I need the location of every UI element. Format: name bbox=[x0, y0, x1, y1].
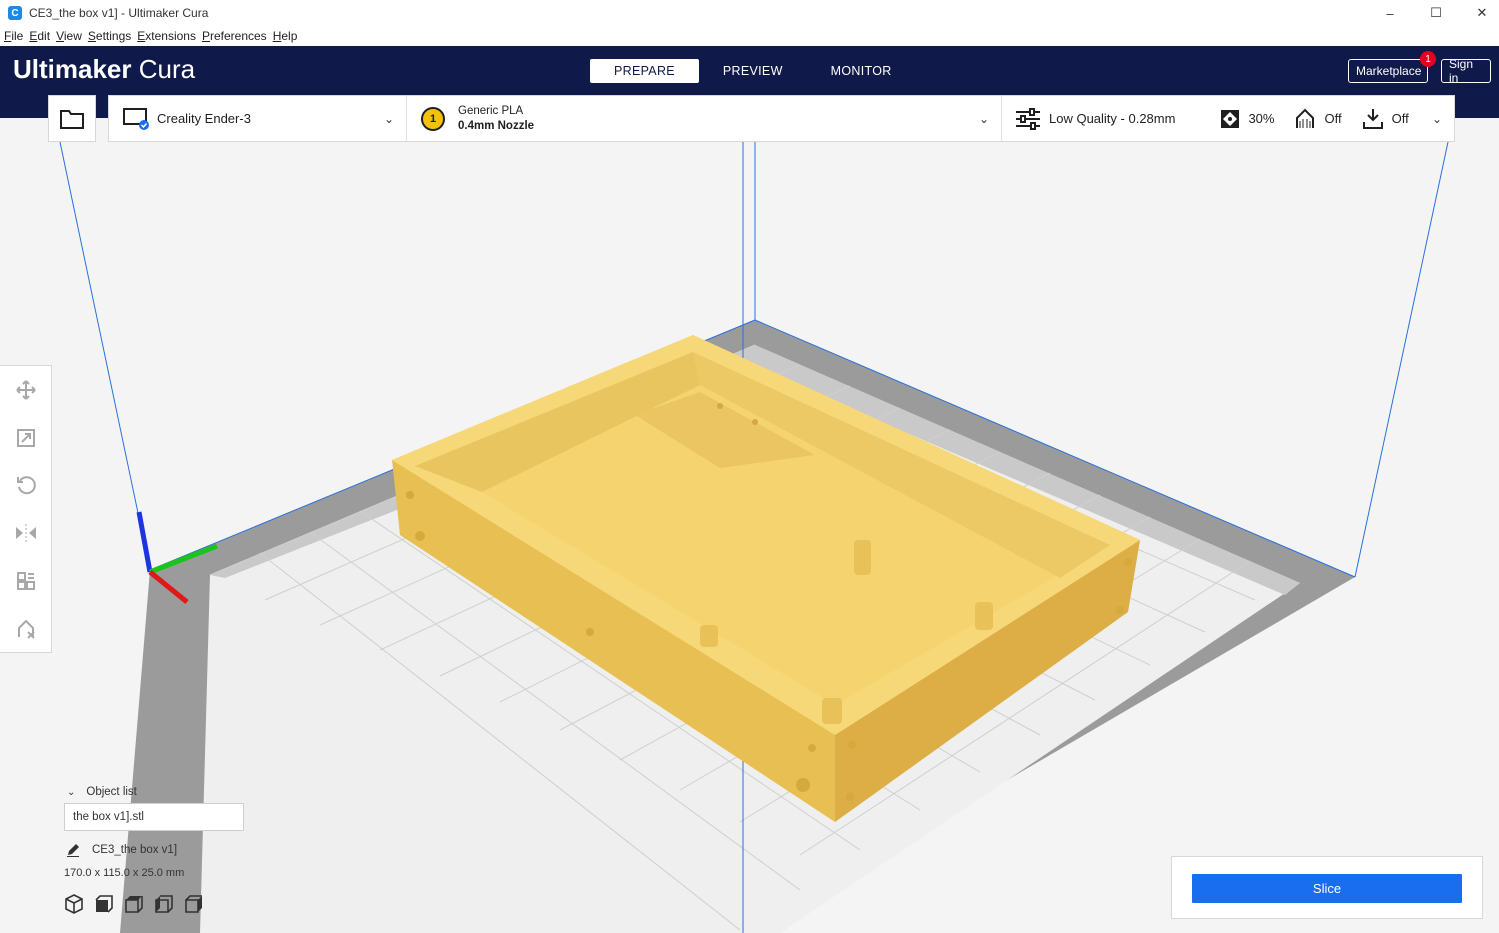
slice-panel: Slice bbox=[1171, 856, 1483, 919]
infill-value: 30% bbox=[1248, 111, 1275, 126]
object-list-header: Object list bbox=[86, 786, 137, 798]
tab-monitor[interactable]: MONITOR bbox=[807, 59, 916, 83]
minimize-icon[interactable]: – bbox=[1367, 0, 1413, 26]
cura-app-icon: C bbox=[8, 6, 22, 20]
view-left-icon[interactable] bbox=[154, 894, 174, 914]
job-name: CE3_the box v1] bbox=[92, 844, 178, 856]
model-dimensions: 170.0 x 115.0 x 25.0 mm bbox=[64, 867, 185, 879]
menu-view[interactable]: View bbox=[56, 29, 82, 43]
window-title: CE3_the box v1] - Ultimaker Cura bbox=[29, 6, 209, 20]
tab-prepare[interactable]: PREPARE bbox=[590, 59, 699, 83]
menu-file[interactable]: File bbox=[4, 29, 23, 43]
maximize-icon[interactable]: ☐ bbox=[1413, 0, 1459, 26]
menu-settings[interactable]: Settings bbox=[88, 29, 131, 43]
extruder-icon: 1 bbox=[421, 106, 445, 131]
chevron-down-icon: ⌄ bbox=[978, 112, 989, 126]
menu-bar: File Edit View Settings Extensions Prefe… bbox=[0, 26, 1499, 46]
pencil-icon bbox=[67, 844, 79, 857]
chevron-down-icon: ⌄ bbox=[1431, 112, 1442, 126]
chevron-down-icon: ⌄ bbox=[67, 786, 76, 798]
per-model-settings-icon[interactable] bbox=[14, 569, 38, 593]
object-list-toggle[interactable]: ⌄ Object list bbox=[64, 786, 264, 798]
tab-preview[interactable]: PREVIEW bbox=[699, 59, 807, 83]
infill-icon bbox=[1221, 109, 1240, 128]
printer-icon bbox=[123, 107, 149, 130]
printer-selector[interactable]: Creality Ender-3 ⌄ bbox=[109, 96, 407, 141]
quality-profile: Low Quality - 0.28mm bbox=[1049, 111, 1176, 126]
material-name: Generic PLA bbox=[458, 104, 524, 117]
object-list-panel: ⌄ Object list the box v1].stl CE3_the bo… bbox=[64, 786, 264, 914]
view-front-icon[interactable] bbox=[94, 894, 114, 914]
z-axis-indicator bbox=[136, 511, 153, 573]
slice-button[interactable]: Slice bbox=[1192, 874, 1462, 903]
open-file-button[interactable] bbox=[48, 95, 96, 142]
cura-logo: Ultimaker Cura bbox=[13, 54, 196, 84]
view-orientation-buttons bbox=[64, 894, 264, 914]
adhesion-value: Off bbox=[1391, 111, 1409, 126]
scale-tool-icon[interactable] bbox=[14, 426, 38, 450]
object-list-item[interactable]: the box v1].stl bbox=[64, 803, 244, 831]
mirror-tool-icon[interactable] bbox=[14, 521, 38, 545]
notification-badge: 1 bbox=[1420, 51, 1436, 67]
menu-help[interactable]: Help bbox=[273, 29, 298, 43]
support-icon bbox=[1296, 108, 1315, 128]
nozzle-size: 0.4mm Nozzle bbox=[458, 119, 535, 132]
close-icon[interactable]: ✕ bbox=[1459, 0, 1499, 26]
view-right-icon[interactable] bbox=[184, 894, 204, 914]
job-name-row[interactable]: CE3_the box v1] bbox=[64, 843, 264, 857]
printer-name: Creality Ender-3 bbox=[157, 111, 251, 126]
tool-panel bbox=[0, 365, 52, 653]
support-value: Off bbox=[1324, 111, 1342, 126]
move-tool-icon[interactable] bbox=[14, 378, 38, 402]
folder-icon bbox=[60, 109, 84, 129]
title-bar: C CE3_the box v1] - Ultimaker Cura – ☐ ✕ bbox=[0, 0, 1499, 26]
chevron-down-icon: ⌄ bbox=[383, 112, 394, 126]
signin-button[interactable]: Sign in bbox=[1441, 57, 1491, 85]
support-blocker-icon[interactable] bbox=[14, 617, 38, 641]
print-settings-selector[interactable]: Low Quality - 0.28mm 30% Off Off ⌄ bbox=[1002, 96, 1454, 141]
view-3d-icon[interactable] bbox=[64, 894, 84, 914]
marketplace-label: Marketplace bbox=[1356, 64, 1422, 78]
menu-extensions[interactable]: Extensions bbox=[137, 29, 196, 43]
view-top-icon[interactable] bbox=[124, 894, 144, 914]
sliders-icon bbox=[1016, 107, 1040, 130]
adhesion-icon bbox=[1362, 108, 1383, 129]
printer-config-bar: Creality Ender-3 ⌄ 1 Generic PLA 0.4mm N… bbox=[108, 95, 1455, 142]
rotate-tool-icon[interactable] bbox=[14, 473, 38, 497]
material-selector[interactable]: 1 Generic PLA 0.4mm Nozzle ⌄ bbox=[407, 96, 1002, 141]
menu-preferences[interactable]: Preferences bbox=[202, 29, 267, 43]
menu-edit[interactable]: Edit bbox=[29, 29, 50, 43]
stage-tabs: PREPARE PREVIEW MONITOR bbox=[590, 59, 916, 83]
marketplace-button[interactable]: Marketplace 1 bbox=[1348, 51, 1436, 83]
